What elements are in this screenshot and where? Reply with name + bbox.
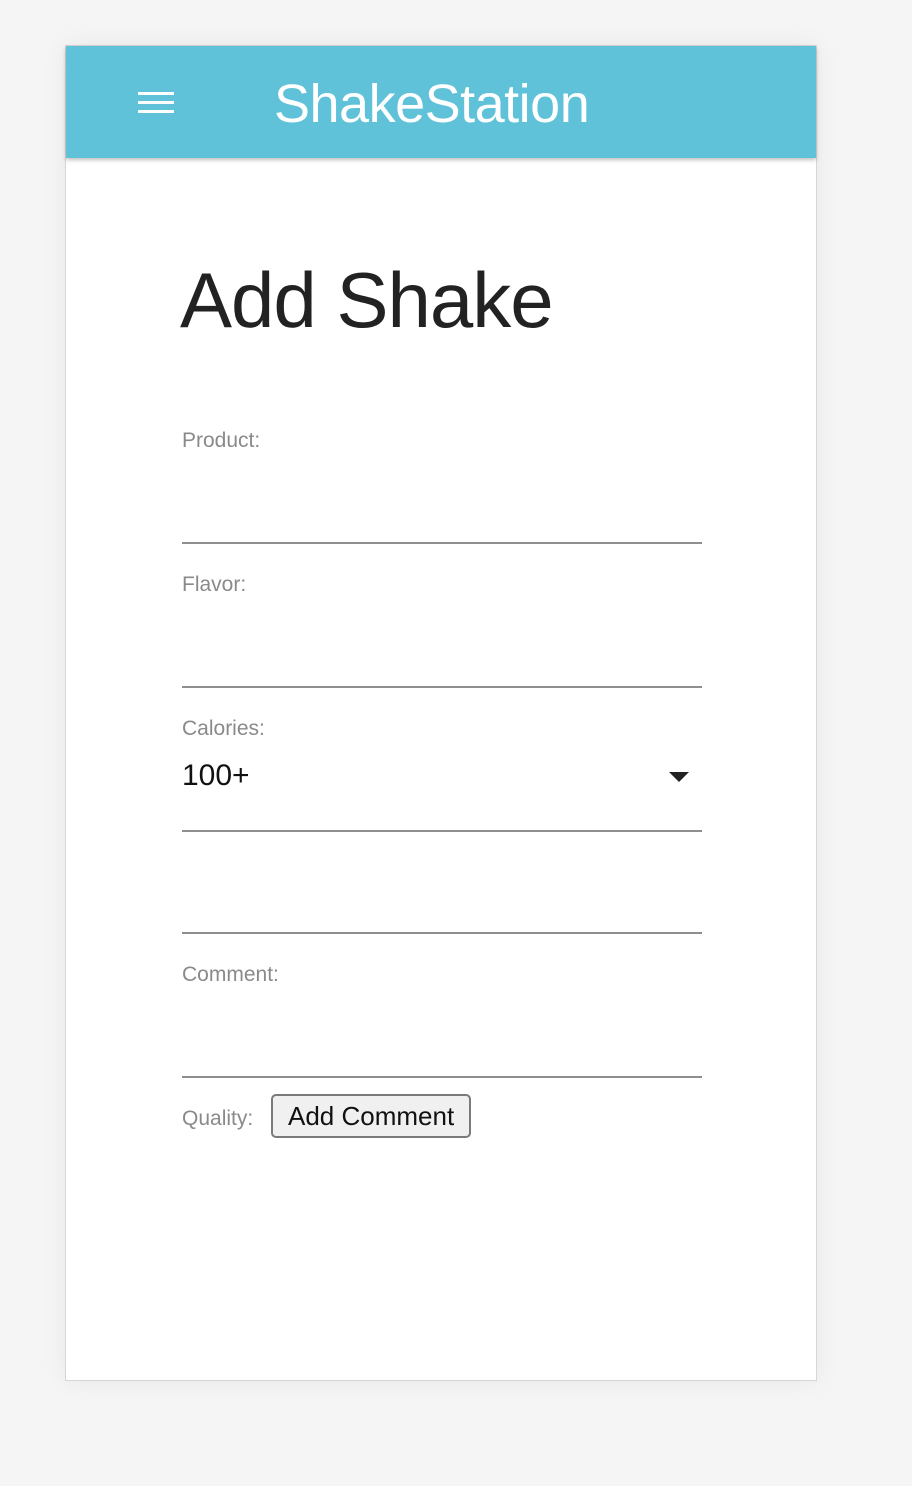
chevron-down-icon [669,772,689,782]
comment-label: Comment: [182,963,279,986]
product-label: Product: [182,429,261,452]
comment-input[interactable] [182,1018,702,1058]
calories-selected-value: 100+ [182,759,250,792]
app-frame: ShakeStation Add Shake Product: Flavor: … [65,45,817,1381]
calories-label: Calories: [182,717,265,740]
product-field: Product: [182,428,702,546]
calories-underline [182,830,702,832]
unlabeled-field [182,876,702,936]
unlabeled-underline [182,932,702,934]
flavor-label: Flavor: [182,573,247,596]
menu-icon[interactable] [138,92,174,114]
app-bar: ShakeStation [66,46,816,158]
quality-row: Quality: Add Comment [182,1094,702,1138]
product-input[interactable] [182,484,702,524]
flavor-underline [182,686,702,688]
quality-label: Quality: [182,1107,254,1130]
calories-select[interactable] [182,752,702,802]
product-underline [182,542,702,544]
app-title: ShakeStation [274,74,590,134]
unlabeled-input[interactable] [182,888,702,928]
page-title: Add Shake [180,256,554,344]
comment-underline [182,1076,702,1078]
flavor-input[interactable] [182,628,702,668]
add-comment-button[interactable]: Add Comment [271,1094,472,1138]
calories-field: Calories: 100+ [182,716,702,834]
comment-field: Comment: [182,962,702,1080]
flavor-field: Flavor: [182,572,702,690]
